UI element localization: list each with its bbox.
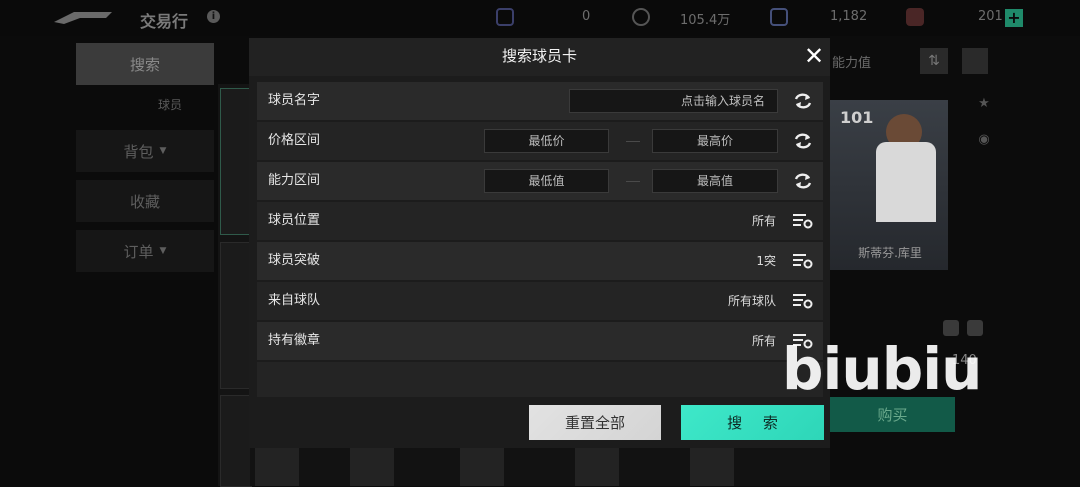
refresh-icon[interactable] [793, 131, 813, 151]
add-currency-button[interactable]: + [1005, 9, 1023, 27]
min-ability-input[interactable]: 最低值 [484, 169, 609, 193]
player-jersey [876, 142, 936, 222]
filter-value: 1突 [756, 254, 776, 268]
range-separator [626, 181, 640, 182]
sidebar-item-orders[interactable]: 订单 ▼ [76, 230, 214, 272]
sidebar-subitem-players[interactable]: 球员 [158, 96, 182, 113]
sidebar-item-favorites[interactable]: 收藏 [76, 180, 214, 222]
row-label: 能力区间 [268, 173, 321, 188]
row-label: 球员名字 [268, 93, 321, 108]
min-price-input[interactable]: 最低价 [484, 129, 609, 153]
app-logo-icon [54, 12, 112, 24]
row-label: 来自球队 [268, 293, 321, 308]
price-range-row: 价格区间 最低价 最高价 [257, 122, 823, 160]
card-thumbnail[interactable] [220, 88, 252, 235]
lock-icon [943, 320, 959, 336]
card-thumbnail[interactable] [220, 395, 252, 487]
reset-all-button[interactable]: 重置全部 [529, 405, 661, 440]
row-label: 球员位置 [268, 213, 321, 228]
card-strip [250, 448, 830, 486]
top-bar: 交易行 i 0 105.4万 1,182 201 + [0, 0, 1080, 36]
currency-value: 201 [978, 9, 1003, 24]
token-icon [770, 8, 788, 26]
filter-value: 所有 [751, 334, 776, 348]
team-card-thumbnail[interactable] [690, 448, 734, 486]
row-label: 球员突破 [268, 253, 321, 268]
refresh-icon[interactable] [793, 91, 813, 111]
card-pack-icon [906, 8, 924, 26]
team-card-thumbnail[interactable] [350, 448, 394, 486]
max-price-input[interactable]: 最高价 [652, 129, 778, 153]
dialog-title: 搜索球员卡 [501, 47, 577, 65]
close-button[interactable]: ✕ [801, 44, 827, 70]
coin-badge-icon [496, 8, 514, 26]
clock-icon [632, 8, 650, 26]
search-dialog: 搜索球员卡 ✕ 球员名字 点击输入球员名 价格区间 最低价 最高价 能力区间 最… [249, 38, 830, 448]
filter-settings-icon[interactable] [793, 213, 813, 229]
range-separator [626, 141, 640, 142]
position-filter-row[interactable]: 球员位置 所有 [257, 202, 823, 240]
chevron-down-icon: ▼ [159, 246, 167, 256]
team-card-thumbnail[interactable] [575, 448, 619, 486]
max-ability-input[interactable]: 最高值 [652, 169, 778, 193]
empty-row [257, 362, 823, 397]
filter-value: 所有 [751, 214, 776, 228]
badge-filter-row[interactable]: 持有徽章 所有 [257, 322, 823, 360]
user-icon[interactable] [962, 48, 988, 74]
currency-value: 0 [582, 9, 591, 24]
watermark-logo: biubiu [782, 335, 982, 403]
sidebar-item-label: 订单 [123, 242, 154, 261]
sidebar-item-label: 背包 [123, 142, 154, 161]
player-name-row: 球员名字 点击输入球员名 [257, 82, 823, 120]
card-rating: 101 [840, 108, 874, 127]
team-card-thumbnail[interactable] [255, 448, 299, 486]
row-label: 持有徽章 [268, 333, 321, 348]
team-filter-row[interactable]: 来自球队 所有球队 [257, 282, 823, 320]
sidebar-item-backpack[interactable]: 背包 ▼ [76, 130, 214, 172]
filter-value: 所有球队 [727, 294, 776, 308]
team-card-thumbnail[interactable] [460, 448, 504, 486]
sort-label[interactable]: 能力值 [832, 52, 871, 71]
sort-toggle-icon[interactable]: ⇅ [920, 48, 948, 74]
filter-settings-icon[interactable] [793, 253, 813, 269]
app-title: 交易行 [140, 12, 189, 31]
search-button[interactable]: 搜 索 [681, 405, 824, 440]
currency-value: 1,182 [830, 9, 868, 24]
row-label: 价格区间 [268, 133, 321, 148]
sidebar-item-search[interactable]: 搜索 [76, 43, 214, 85]
player-name: 斯蒂芬.库里 [858, 246, 922, 260]
lock-icon [967, 320, 983, 336]
chevron-down-icon: ▼ [159, 146, 167, 156]
breakthrough-filter-row[interactable]: 球员突破 1突 [257, 242, 823, 280]
refresh-icon[interactable] [793, 171, 813, 191]
filter-settings-icon[interactable] [793, 293, 813, 309]
ability-range-row: 能力区间 最低值 最高值 [257, 162, 823, 200]
star-icon[interactable]: ★ [975, 96, 993, 114]
info-icon[interactable]: i [207, 10, 220, 23]
player-name-input[interactable]: 点击输入球员名 [569, 89, 778, 113]
currency-value: 105.4万 [680, 13, 731, 28]
person-icon[interactable]: ◉ [975, 132, 993, 150]
card-thumbnail[interactable] [220, 242, 252, 389]
